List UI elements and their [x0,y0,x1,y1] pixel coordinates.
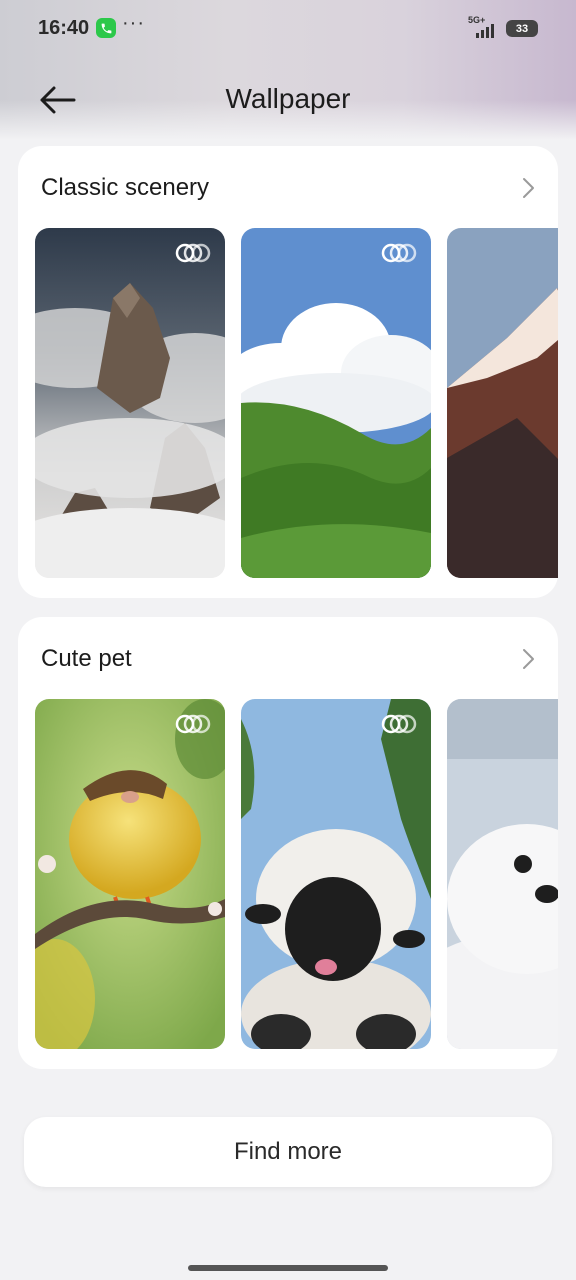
live-wallpaper-icon [381,714,417,734]
status-time: 16:40 [38,17,90,39]
wallpaper-carousel[interactable] [35,228,558,578]
section-title[interactable]: Classic scenery [41,174,209,202]
battery-icon: 33 [506,20,538,37]
wallpaper-thumb-sheep[interactable] [241,699,431,1049]
wallpaper-thumb-snowy-mountain[interactable] [447,228,558,578]
status-bar: 16:40 ··· 5G+ 33 [0,0,576,56]
cellular-signal-icon: 5G+ [468,15,502,38]
chevron-right-icon[interactable] [516,647,540,671]
find-more-button[interactable]: Find more [24,1117,552,1187]
live-wallpaper-icon [175,243,211,263]
live-wallpaper-icon [175,714,211,734]
wallpaper-thumb-yellow-bird[interactable] [35,699,225,1049]
phone-call-icon [96,18,116,38]
home-indicator[interactable] [188,1265,388,1271]
wallpaper-carousel[interactable] [35,699,558,1049]
live-wallpaper-icon [381,243,417,263]
more-notifications-icon: ··· [122,12,145,34]
chevron-right-icon[interactable] [516,176,540,200]
page-title: Wallpaper [225,83,351,114]
section-card-cute-pet: Cute pet [18,617,558,1069]
wallpaper-thumb-green-hills[interactable] [241,228,431,578]
wallpaper-thumb-seal[interactable] [447,699,558,1049]
section-card-classic-scenery: Classic scenery [18,146,558,598]
section-title[interactable]: Cute pet [41,645,132,673]
wallpaper-thumb-misty-peaks[interactable] [35,228,225,578]
